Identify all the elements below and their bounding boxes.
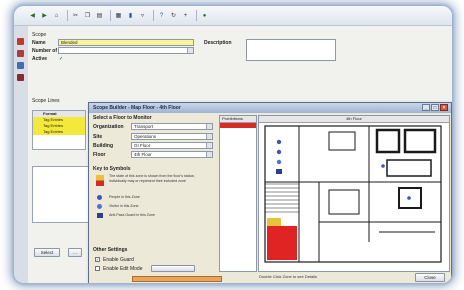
app-window: ◀ ▶ ⌂ ✂ ❐ ▤ ▦ ▮ ▿ ? ↻ + ● Scope Name Ble… [14,6,452,283]
refresh-icon[interactable]: ↻ [169,11,178,20]
number-select[interactable] [58,47,194,54]
toolbar-divider [67,10,68,21]
floor-selection-panel: Select a Floor to Monitor Organization T… [91,115,216,283]
name-label: Name [32,40,46,46]
guard-icon [97,213,103,218]
close-button[interactable]: Close [415,273,445,282]
back-icon[interactable]: ◀ [28,11,37,20]
building-select[interactable]: GI Floor [131,142,213,149]
list-item[interactable] [220,123,256,128]
visitor-in-zone-text: Visitor in this Zone [109,204,139,208]
dialog-titlebar[interactable]: Scope Builder - Map Floor - 4th Floor _ … [89,103,451,113]
scope-list[interactable]: Format Tag Entries Tag Entries Tag Entri… [32,110,86,150]
floor-select[interactable]: 4th Floor [131,151,213,158]
visitor-icon [97,204,102,209]
enable-guard-label: Enable Guard [103,257,134,263]
name-field[interactable]: Blended [58,39,194,46]
active-label: Active [32,56,48,62]
user-icon[interactable] [17,74,24,81]
room-block [403,128,437,154]
home-icon[interactable]: ⌂ [52,11,61,20]
visitor-marker [276,159,282,165]
help-icon[interactable]: ? [157,11,166,20]
heart-icon[interactable] [17,50,24,57]
site-select[interactable]: Operations [131,133,213,140]
enable-edit-checkbox[interactable] [95,266,100,271]
minimize-icon[interactable]: _ [422,104,430,111]
people-in-zone-text: People in this Zone [109,195,140,199]
site-label: Site [93,134,103,140]
forward-icon[interactable]: ▶ [40,11,49,20]
chart-icon[interactable]: ▮ [126,11,135,20]
add-icon[interactable]: + [181,11,190,20]
lower-list[interactable] [32,166,90,223]
list-item[interactable]: Tag Entries [33,129,85,135]
organization-label: Organization [93,124,124,130]
floor-map[interactable]: 4th Floor [258,115,450,272]
map-footer-text: Double Click Zone to see Details [259,274,318,279]
scope-lines-label: Scope Lines [32,98,60,104]
key-to-symbols-title: Key to Symbols [93,166,131,172]
copy-icon[interactable]: ❐ [83,11,92,20]
person-marker [276,149,282,155]
toolbar-divider [110,10,111,21]
toolbar-divider [153,10,154,21]
dialog-title: Scope Builder - Map Floor - 4th Floor [93,105,181,111]
toolbar-divider [196,10,197,21]
zone-state-swatch [96,175,104,186]
star-icon[interactable] [17,62,24,69]
toolbar: ◀ ▶ ⌂ ✂ ❐ ▤ ▦ ▮ ▿ ? ↻ + ● [14,6,452,26]
description-field[interactable] [246,39,336,61]
room-block [328,189,360,215]
person-marker [276,139,282,145]
more-button[interactable]: ... [68,248,82,257]
security-icon[interactable] [17,38,24,45]
cut-icon[interactable]: ✂ [71,11,80,20]
person-marker [381,164,385,168]
sidebar [14,26,29,283]
room-block [386,159,432,177]
zone-highlight [267,218,281,226]
status-strip [132,276,222,282]
building-label: Building [93,143,113,149]
organization-select[interactable]: Transport [131,123,213,130]
person-icon [97,195,102,200]
enable-guard-checkbox[interactable]: ✓ [95,257,100,262]
floor-label: Floor [93,152,106,158]
guard-in-zone-text: Anti-Pass Guard in this Zone [109,213,155,217]
print-icon[interactable]: ▦ [114,11,123,20]
prohibitions-list[interactable]: Prohibitions [219,115,257,272]
person-marker [407,196,411,200]
enable-edit-label: Enable Edit Mode [103,266,143,272]
active-checkbox[interactable]: ✓ [59,56,63,62]
scope-builder-dialog: Scope Builder - Map Floor - 4th Floor _ … [88,102,452,283]
room-block [328,131,356,151]
number-label: Number of [32,48,57,54]
guard-marker [276,169,282,174]
description-label: Description [204,40,232,46]
go-icon[interactable]: ● [200,11,209,20]
select-button[interactable]: Select [34,248,60,257]
filter-icon[interactable]: ▿ [138,11,147,20]
prohibited-zone [267,226,297,260]
select-floor-title: Select a Floor to Monitor [93,115,152,121]
paste-icon[interactable]: ▤ [95,11,104,20]
room-block [375,128,401,154]
prohibitions-header: Prohibitions [220,116,256,123]
other-settings-title: Other Settings [93,247,128,253]
maximize-icon[interactable]: □ [431,104,439,111]
floor-plan[interactable] [259,122,449,270]
settings-button[interactable] [151,265,195,272]
zone-state-text: The state of this zone is shown from the… [109,174,195,183]
scope-section-label: Scope [32,32,47,38]
close-icon[interactable]: × [440,104,448,111]
